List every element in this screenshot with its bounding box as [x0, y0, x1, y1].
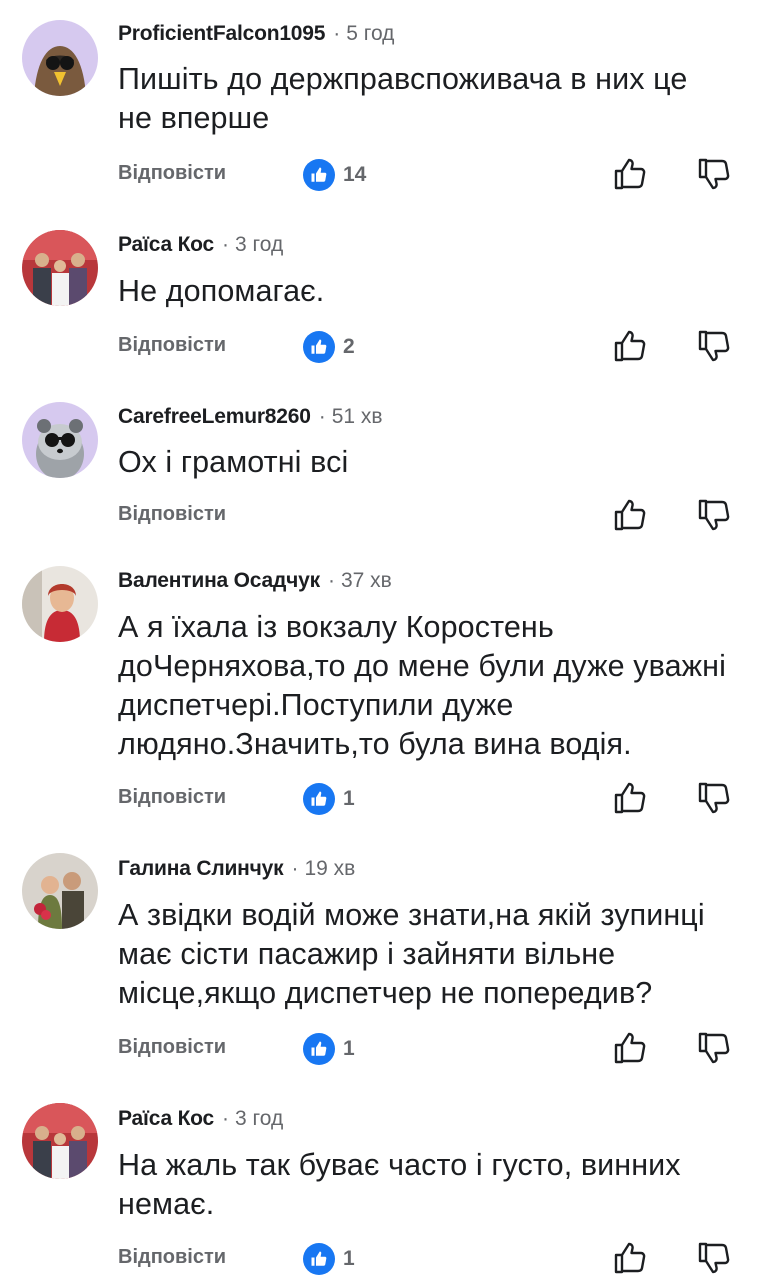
comment-time: 3 год: [235, 1107, 284, 1130]
like-counter[interactable]: 1: [303, 1032, 355, 1066]
like-counter[interactable]: 1: [303, 782, 355, 816]
comment-line: Не допомагає.: [118, 274, 325, 308]
reply-button[interactable]: Відповісти: [118, 786, 226, 809]
thumbs-up-icon[interactable]: [612, 1030, 648, 1066]
thumbs-down-icon[interactable]: [696, 780, 732, 816]
thumbs-up-icon[interactable]: [612, 1240, 648, 1276]
thumbs-down-icon[interactable]: [696, 156, 732, 192]
comment-line: Ох і грамотні всі: [118, 445, 349, 479]
comment-time: 51 хв: [331, 405, 383, 428]
comment-author[interactable]: ProficientFalcon1095: [118, 22, 325, 45]
comment-line: має сісти пасажир і зайняти вільне: [118, 937, 616, 971]
comment-text: Пишіть до держправспоживача в них це не …: [118, 60, 753, 138]
thumbs-down-icon[interactable]: [696, 497, 732, 533]
falcon-avatar[interactable]: [22, 20, 98, 96]
reply-button[interactable]: Відповісти: [118, 334, 226, 357]
separator-dot: ·: [222, 1107, 230, 1130]
like-count: 1: [343, 1037, 355, 1060]
reply-button[interactable]: Відповісти: [118, 1246, 226, 1269]
comment-line: не вперше: [118, 101, 270, 135]
comment-text: На жаль так буває часто і густо, винних …: [118, 1146, 753, 1224]
reply-button[interactable]: Відповісти: [118, 162, 226, 185]
comment-meta: Раїса Кос · 3 год: [118, 233, 283, 257]
comment-meta: Валентина Осадчук · 37 хв: [118, 569, 392, 593]
thumbs-down-icon[interactable]: [696, 1030, 732, 1066]
comment-meta: Галина Слинчук · 19 хв: [118, 857, 355, 881]
separator-dot: ·: [318, 405, 326, 428]
comment-actions: Відповісти 1: [118, 1240, 758, 1280]
comment-meta: CarefreeLemur8260 · 51 хв: [118, 405, 383, 429]
comment-line: місце,якщо диспетчер не попередив?: [118, 976, 653, 1010]
like-badge-icon: [303, 1033, 335, 1065]
separator-dot: ·: [291, 857, 299, 880]
separator-dot: ·: [327, 569, 335, 592]
like-badge-icon: [303, 331, 335, 363]
thumbs-up-icon[interactable]: [612, 328, 648, 364]
comment-actions: Відповісти 1: [118, 1030, 758, 1070]
comment-time: 37 хв: [340, 569, 392, 592]
comment-actions: Відповісти 1: [118, 780, 758, 820]
like-count: 14: [343, 163, 367, 186]
comment-actions: Відповісти: [118, 497, 758, 537]
like-badge-icon: [303, 1243, 335, 1275]
comment-text: А я їхала із вокзалу Коростень доЧерняхо…: [118, 608, 753, 764]
like-badge-icon: [303, 159, 335, 191]
comment-text: Ох і грамотні всі: [118, 443, 753, 482]
comment-line: людяно.Значить,то була вина водія.: [118, 727, 632, 761]
like-count: 1: [343, 787, 355, 810]
comment-line: диспетчері.Поступили дуже: [118, 688, 514, 722]
reply-button[interactable]: Відповісти: [118, 1036, 226, 1059]
separator-dot: ·: [222, 233, 230, 256]
comment-time: 3 год: [235, 233, 284, 256]
comment-time: 19 хв: [304, 857, 356, 880]
comment-author[interactable]: CarefreeLemur8260: [118, 405, 311, 428]
comment-line: А звідки водій може знати,на якій зупинц…: [118, 898, 705, 932]
like-counter[interactable]: 2: [303, 330, 355, 364]
thumbs-up-icon[interactable]: [612, 497, 648, 533]
lemur-avatar[interactable]: [22, 402, 98, 478]
comment-author[interactable]: Раїса Кос: [118, 1107, 214, 1130]
comment-line: Пишіть до держправспоживача в них це: [118, 62, 688, 96]
comment-meta: ProficientFalcon1095 · 5 год: [118, 22, 394, 46]
photo-avatar[interactable]: [22, 230, 98, 306]
separator-dot: ·: [333, 22, 341, 45]
comment-actions: Відповісти 14: [118, 156, 758, 196]
comment-meta: Раїса Кос · 3 год: [118, 1107, 283, 1131]
comment-line: доЧерняхова,то до мене були дуже уважні: [118, 649, 726, 683]
comment-text: А звідки водій може знати,на якій зупинц…: [118, 896, 753, 1013]
photo-avatar[interactable]: [22, 853, 98, 929]
photo-avatar[interactable]: [22, 566, 98, 642]
thumbs-up-icon[interactable]: [612, 156, 648, 192]
comment-author[interactable]: Раїса Кос: [118, 233, 214, 256]
like-counter[interactable]: 14: [303, 158, 366, 192]
reply-button[interactable]: Відповісти: [118, 503, 226, 526]
comment-author[interactable]: Валентина Осадчук: [118, 569, 320, 592]
comment-time: 5 год: [346, 22, 395, 45]
like-count: 1: [343, 1247, 355, 1270]
comment-text: Не допомагає.: [118, 272, 753, 311]
like-count: 2: [343, 335, 355, 358]
thumbs-down-icon[interactable]: [696, 1240, 732, 1276]
thumbs-up-icon[interactable]: [612, 780, 648, 816]
thumbs-down-icon[interactable]: [696, 328, 732, 364]
comment-author[interactable]: Галина Слинчук: [118, 857, 284, 880]
like-badge-icon: [303, 783, 335, 815]
comment-line: А я їхала із вокзалу Коростень: [118, 610, 554, 644]
comment-actions: Відповісти 2: [118, 328, 758, 368]
comment-line: немає.: [118, 1187, 215, 1221]
photo-avatar[interactable]: [22, 1103, 98, 1179]
comment-line: На жаль так буває часто і густо, винних: [118, 1148, 681, 1182]
like-counter[interactable]: 1: [303, 1242, 355, 1276]
